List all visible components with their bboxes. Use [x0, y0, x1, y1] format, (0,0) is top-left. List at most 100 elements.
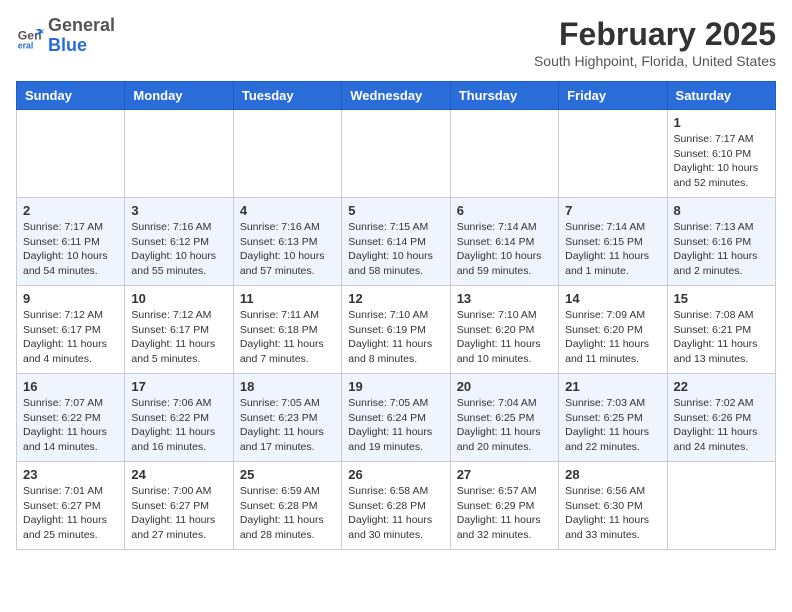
day-cell: 6Sunrise: 7:14 AM Sunset: 6:14 PM Daylig…	[450, 198, 558, 286]
day-cell: 8 Sunrise: 7:13 AM Sunset: 6:16 PM Daylig…	[667, 198, 775, 286]
week-row-3: 9 Sunrise: 7:12 AM Sunset: 6:17 PM Daylig…	[17, 286, 776, 374]
day-number: 23	[23, 467, 118, 482]
day-cell: 1 Sunrise: 7:17 AM Sunset: 6:10 PM Daylig…	[667, 110, 775, 198]
day-cell: 16Sunrise: 7:07 AM Sunset: 6:22 PM Dayli…	[17, 374, 125, 462]
day-cell: 19Sunrise: 7:05 AM Sunset: 6:24 PM Dayli…	[342, 374, 450, 462]
day-info: Sunrise: 7:14 AM Sunset: 6:15 PM Dayligh…	[565, 220, 660, 279]
day-cell	[125, 110, 233, 198]
day-number: 18	[240, 379, 335, 394]
day-info: Sunrise: 7:10 AM Sunset: 6:19 PM Dayligh…	[348, 308, 443, 367]
day-info: Sunrise: 7:12 AM Sunset: 6:17 PM Dayligh…	[23, 308, 118, 367]
weekday-header-sunday: Sunday	[17, 82, 125, 110]
day-cell	[342, 110, 450, 198]
page-header: Gen eral General Blue February 2025 Sout…	[16, 16, 776, 69]
day-number: 14	[565, 291, 660, 306]
day-number: 25	[240, 467, 335, 482]
logo-blue: Blue	[48, 35, 87, 55]
day-cell: 28 Sunrise: 6:56 AM Sunset: 6:30 PM Dayli…	[559, 462, 667, 550]
day-info: Sunrise: 6:59 AM Sunset: 6:28 PM Dayligh…	[240, 484, 335, 543]
day-number: 1	[674, 115, 769, 130]
day-info: Sunrise: 7:17 AM Sunset: 6:11 PM Dayligh…	[23, 220, 118, 279]
day-info: Sunrise: 7:07 AM Sunset: 6:22 PM Dayligh…	[23, 396, 118, 455]
day-info: Sunrise: 7:15 AM Sunset: 6:14 PM Dayligh…	[348, 220, 443, 279]
day-number: 27	[457, 467, 552, 482]
week-row-2: 2 Sunrise: 7:17 AM Sunset: 6:11 PM Daylig…	[17, 198, 776, 286]
day-info: Sunrise: 7:08 AM Sunset: 6:21 PM Dayligh…	[674, 308, 769, 367]
day-cell: 10Sunrise: 7:12 AM Sunset: 6:17 PM Dayli…	[125, 286, 233, 374]
day-cell	[450, 110, 558, 198]
day-cell: 3 Sunrise: 7:16 AM Sunset: 6:12 PM Daylig…	[125, 198, 233, 286]
location: South Highpoint, Florida, United States	[534, 53, 776, 69]
day-cell	[233, 110, 341, 198]
week-row-4: 16Sunrise: 7:07 AM Sunset: 6:22 PM Dayli…	[17, 374, 776, 462]
day-number: 26	[348, 467, 443, 482]
day-cell: 20 Sunrise: 7:04 AM Sunset: 6:25 PM Dayli…	[450, 374, 558, 462]
day-cell: 7 Sunrise: 7:14 AM Sunset: 6:15 PM Daylig…	[559, 198, 667, 286]
day-cell: 5 Sunrise: 7:15 AM Sunset: 6:14 PM Daylig…	[342, 198, 450, 286]
day-number: 11	[240, 291, 335, 306]
day-info: Sunrise: 7:10 AM Sunset: 6:20 PM Dayligh…	[457, 308, 552, 367]
weekday-header-monday: Monday	[125, 82, 233, 110]
day-cell: 26 Sunrise: 6:58 AM Sunset: 6:28 PM Dayli…	[342, 462, 450, 550]
day-cell: 2 Sunrise: 7:17 AM Sunset: 6:11 PM Daylig…	[17, 198, 125, 286]
day-info: Sunrise: 7:11 AM Sunset: 6:18 PM Dayligh…	[240, 308, 335, 367]
logo-general: General	[48, 15, 115, 35]
week-row-5: 23 Sunrise: 7:01 AM Sunset: 6:27 PM Dayli…	[17, 462, 776, 550]
day-info: Sunrise: 6:57 AM Sunset: 6:29 PM Dayligh…	[457, 484, 552, 543]
day-info: Sunrise: 7:16 AM Sunset: 6:13 PM Dayligh…	[240, 220, 335, 279]
day-info: Sunrise: 7:04 AM Sunset: 6:25 PM Dayligh…	[457, 396, 552, 455]
day-number: 9	[23, 291, 118, 306]
day-info: Sunrise: 7:01 AM Sunset: 6:27 PM Dayligh…	[23, 484, 118, 543]
day-info: Sunrise: 6:56 AM Sunset: 6:30 PM Dayligh…	[565, 484, 660, 543]
day-cell: 25 Sunrise: 6:59 AM Sunset: 6:28 PM Dayli…	[233, 462, 341, 550]
day-number: 7	[565, 203, 660, 218]
day-number: 6	[457, 203, 552, 218]
day-info: Sunrise: 7:03 AM Sunset: 6:25 PM Dayligh…	[565, 396, 660, 455]
day-cell: 24 Sunrise: 7:00 AM Sunset: 6:27 PM Dayli…	[125, 462, 233, 550]
title-block: February 2025 South Highpoint, Florida, …	[534, 16, 776, 69]
day-number: 2	[23, 203, 118, 218]
day-cell: 23 Sunrise: 7:01 AM Sunset: 6:27 PM Dayli…	[17, 462, 125, 550]
day-info: Sunrise: 7:17 AM Sunset: 6:10 PM Dayligh…	[674, 132, 769, 191]
day-number: 22	[674, 379, 769, 394]
day-cell	[559, 110, 667, 198]
day-cell: 22 Sunrise: 7:02 AM Sunset: 6:26 PM Dayli…	[667, 374, 775, 462]
day-info: Sunrise: 6:58 AM Sunset: 6:28 PM Dayligh…	[348, 484, 443, 543]
svg-text:eral: eral	[18, 40, 34, 50]
calendar: SundayMondayTuesdayWednesdayThursdayFrid…	[16, 81, 776, 550]
weekday-header-friday: Friday	[559, 82, 667, 110]
week-row-1: 1 Sunrise: 7:17 AM Sunset: 6:10 PM Daylig…	[17, 110, 776, 198]
day-cell: 4Sunrise: 7:16 AM Sunset: 6:13 PM Daylig…	[233, 198, 341, 286]
day-number: 24	[131, 467, 226, 482]
logo-icon: Gen eral	[16, 22, 44, 50]
day-number: 15	[674, 291, 769, 306]
day-info: Sunrise: 7:09 AM Sunset: 6:20 PM Dayligh…	[565, 308, 660, 367]
day-info: Sunrise: 7:05 AM Sunset: 6:23 PM Dayligh…	[240, 396, 335, 455]
day-number: 28	[565, 467, 660, 482]
day-info: Sunrise: 7:16 AM Sunset: 6:12 PM Dayligh…	[131, 220, 226, 279]
day-cell: 12 Sunrise: 7:10 AM Sunset: 6:19 PM Dayli…	[342, 286, 450, 374]
weekday-header-tuesday: Tuesday	[233, 82, 341, 110]
day-info: Sunrise: 7:06 AM Sunset: 6:22 PM Dayligh…	[131, 396, 226, 455]
day-cell	[17, 110, 125, 198]
day-number: 5	[348, 203, 443, 218]
day-number: 13	[457, 291, 552, 306]
month-title: February 2025	[534, 16, 776, 53]
weekday-header-thursday: Thursday	[450, 82, 558, 110]
day-info: Sunrise: 7:00 AM Sunset: 6:27 PM Dayligh…	[131, 484, 226, 543]
day-number: 17	[131, 379, 226, 394]
weekday-header-saturday: Saturday	[667, 82, 775, 110]
day-cell: 15 Sunrise: 7:08 AM Sunset: 6:21 PM Dayli…	[667, 286, 775, 374]
day-number: 12	[348, 291, 443, 306]
day-info: Sunrise: 7:02 AM Sunset: 6:26 PM Dayligh…	[674, 396, 769, 455]
day-info: Sunrise: 7:13 AM Sunset: 6:16 PM Dayligh…	[674, 220, 769, 279]
day-number: 8	[674, 203, 769, 218]
day-number: 21	[565, 379, 660, 394]
logo: Gen eral General Blue	[16, 16, 115, 56]
weekday-header-wednesday: Wednesday	[342, 82, 450, 110]
day-number: 20	[457, 379, 552, 394]
day-cell: 11 Sunrise: 7:11 AM Sunset: 6:18 PM Dayli…	[233, 286, 341, 374]
day-cell: 13 Sunrise: 7:10 AM Sunset: 6:20 PM Dayli…	[450, 286, 558, 374]
day-number: 3	[131, 203, 226, 218]
logo-text: General Blue	[48, 16, 115, 56]
